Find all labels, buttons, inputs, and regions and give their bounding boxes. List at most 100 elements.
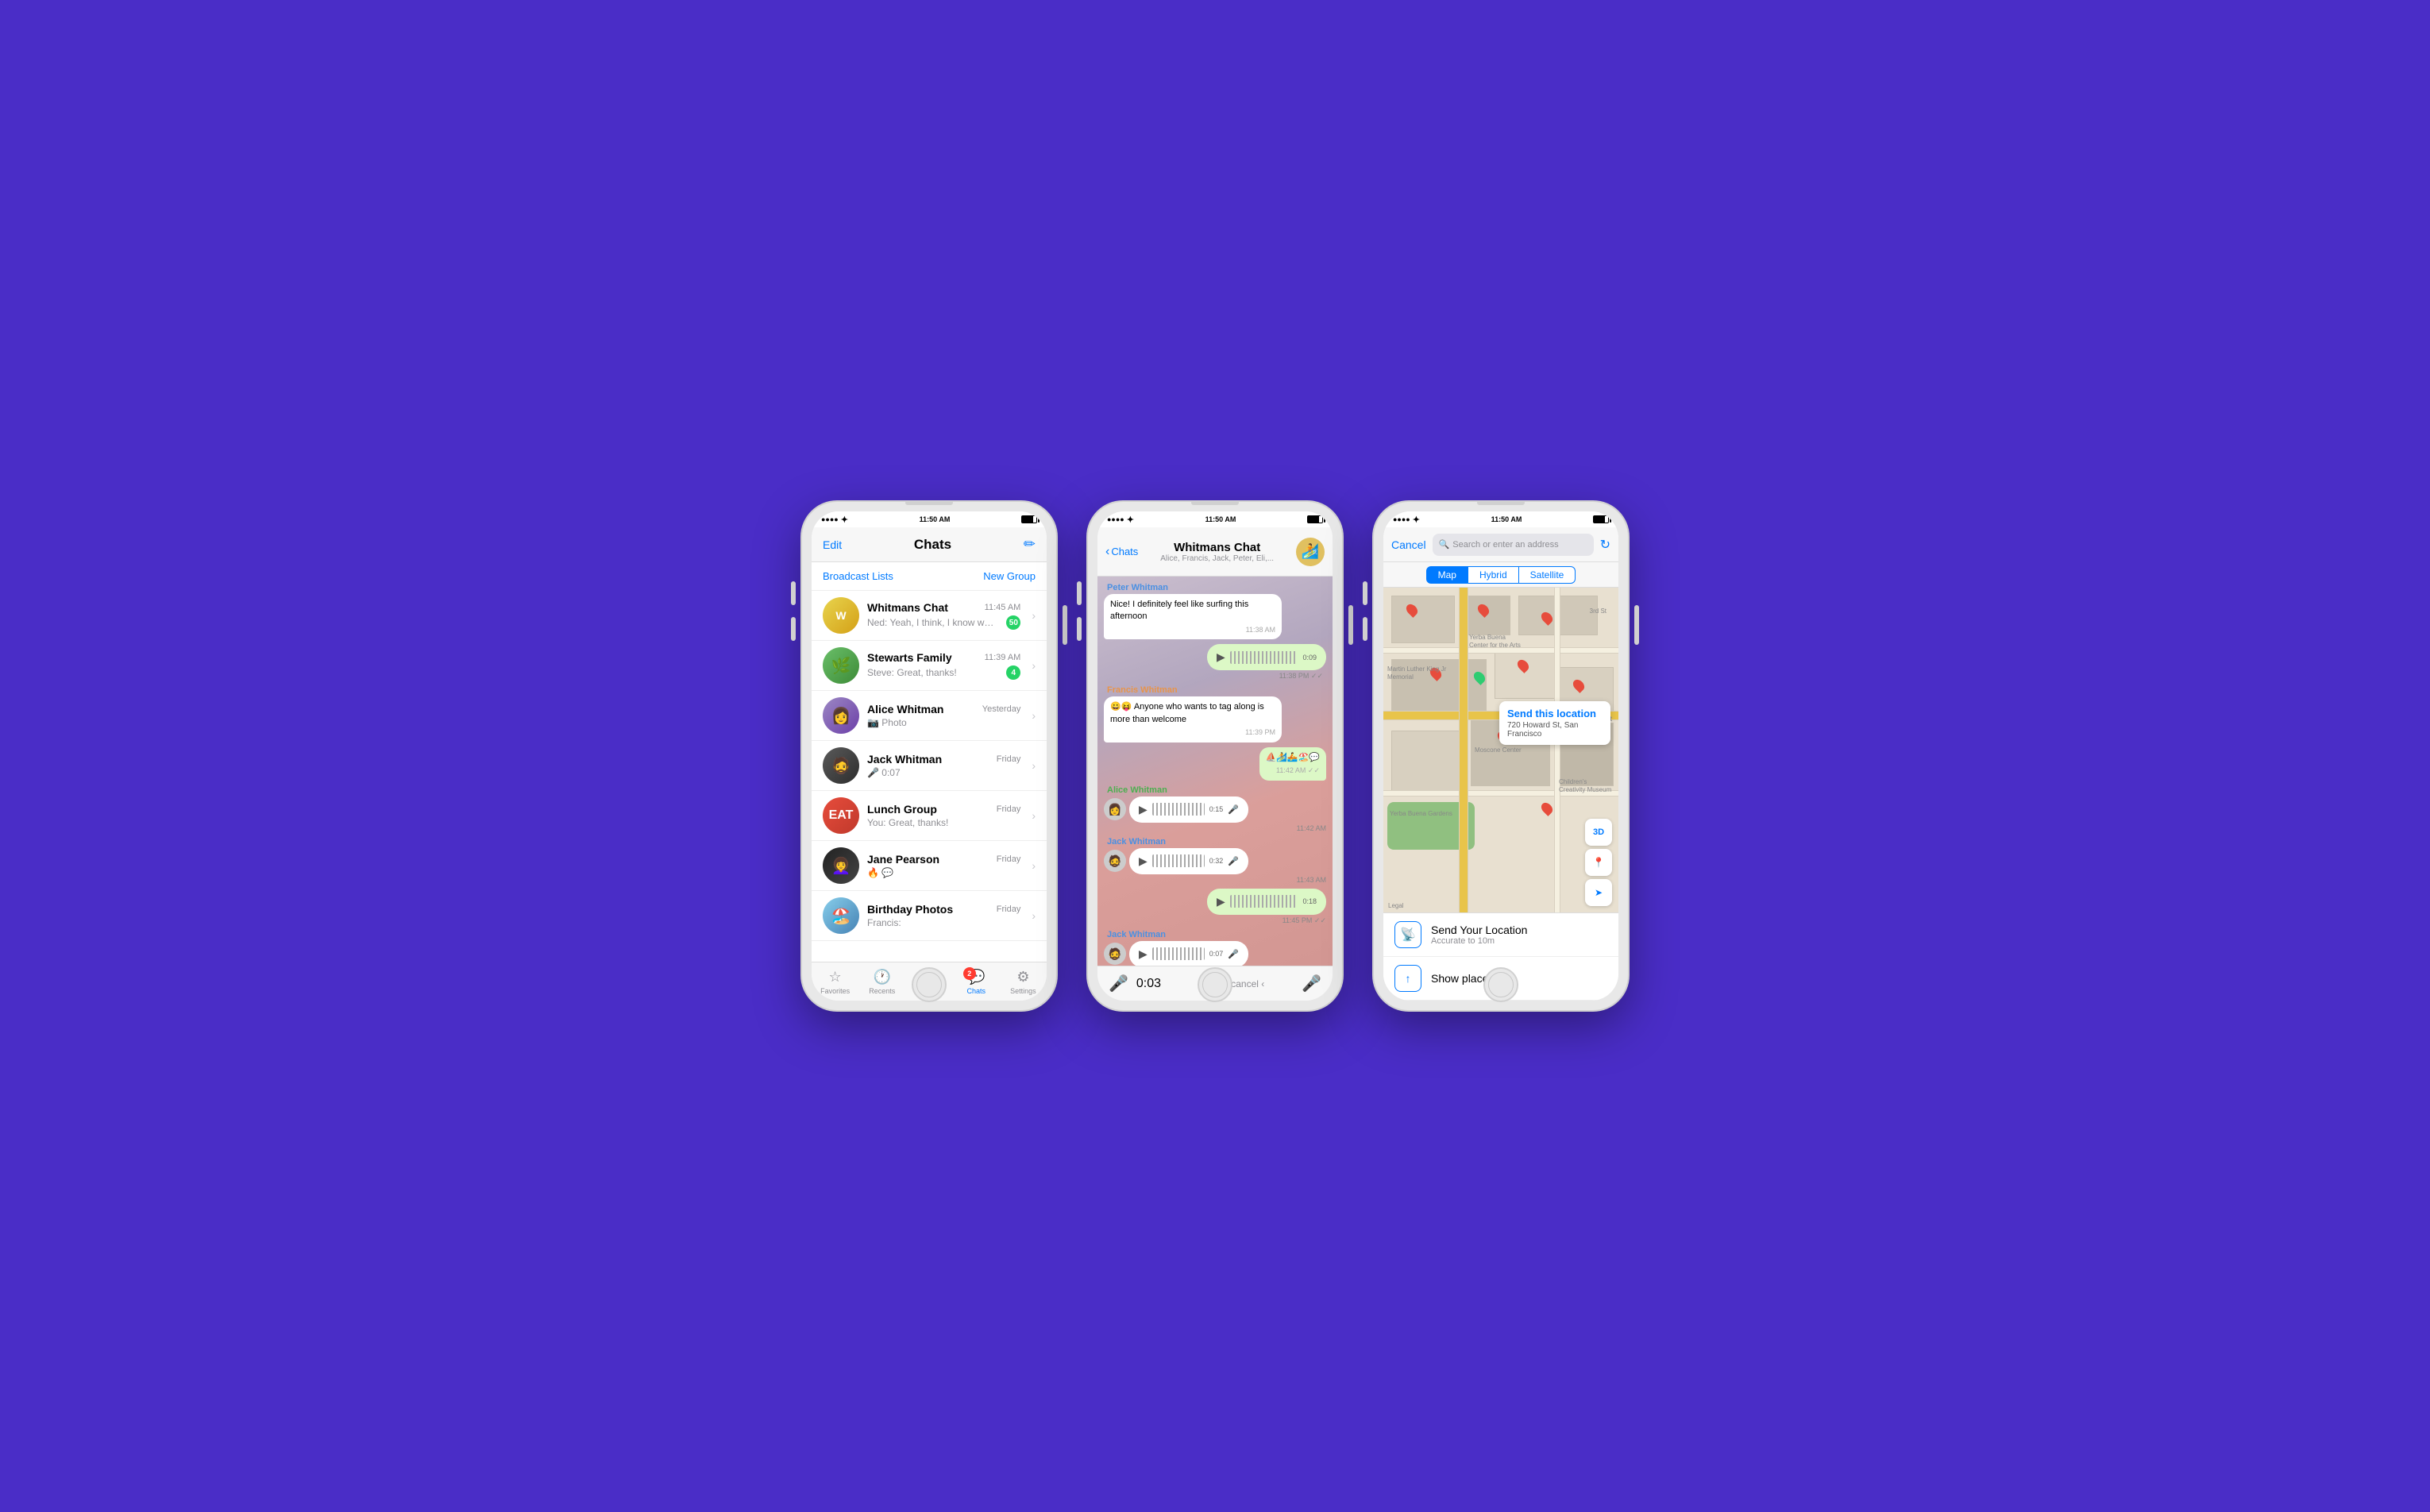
mic-right-icon[interactable]: 🎤 — [1302, 974, 1321, 993]
wifi-icon-2: ✦ — [1127, 515, 1134, 525]
phone-top-button-3 — [1477, 500, 1525, 505]
signal-icon-2: ●●●● — [1107, 515, 1124, 523]
msg-time-francis: 11:39 PM — [1110, 727, 1275, 738]
msg-time-emoji: 11:42 AM ✓✓ — [1266, 766, 1320, 776]
chat-item-jack[interactable]: 🧔 Jack Whitman Friday 🎤 0:07 › — [812, 741, 1047, 791]
chat-name: Lunch Group — [867, 803, 937, 816]
play-icon[interactable]: ▶ — [1217, 650, 1225, 664]
status-battery-3 — [1593, 515, 1609, 523]
status-battery-2 — [1307, 515, 1323, 523]
play-icon-alice[interactable]: ▶ — [1139, 803, 1148, 816]
back-button[interactable]: ‹ Chats — [1105, 545, 1138, 559]
show-places-icon: ↑ — [1394, 965, 1421, 992]
power-button[interactable] — [1063, 605, 1067, 645]
chat-preview: Ned: Yeah, I think, I know wh... — [867, 617, 994, 628]
map-type-hybrid[interactable]: Hybrid — [1468, 566, 1519, 584]
home-button-2[interactable] — [1198, 967, 1232, 1002]
chat-item-alice[interactable]: 👩 Alice Whitman Yesterday 📷 Photo › — [812, 691, 1047, 741]
msg-text-francis: 😀😝 Anyone who wants to tag along is more… — [1110, 702, 1264, 723]
map-label-mlk: Martin Luther King Jr Memorial — [1387, 665, 1451, 681]
chat-info-birthday: Birthday Photos Friday Francis: — [867, 903, 1020, 928]
home-button-3[interactable] — [1483, 967, 1518, 1002]
map-block-6 — [1391, 731, 1463, 794]
status-bar-2: ●●●● ✦ 11:50 AM — [1097, 511, 1333, 527]
map-label-creativity: Children's Creativity Museum — [1559, 778, 1614, 793]
chat-info-lunch: Lunch Group Friday You: Great, thanks! — [867, 803, 1020, 828]
3d-button[interactable]: 3D — [1585, 819, 1612, 846]
out-voice-2-time: 11:45 PM ✓✓ — [1282, 916, 1326, 925]
broadcast-lists-button[interactable]: Broadcast Lists — [823, 570, 893, 582]
phone-2-screen: ●●●● ✦ 11:50 AM ‹ Chats Whitmans Chat Al… — [1097, 511, 1333, 1001]
chat-preview: You: Great, thanks! — [867, 817, 948, 828]
signal-icon: ●●●● — [821, 515, 839, 523]
msg-time-peter: 11:38 AM — [1110, 625, 1275, 635]
msg-bubble-francis: 😀😝 Anyone who wants to tag along is more… — [1104, 696, 1282, 742]
send-location-action[interactable]: 📡 Send Your Location Accurate to 10m — [1383, 913, 1618, 957]
map-area[interactable]: Howard St 3rd St Yerba Buena Center for … — [1383, 588, 1618, 912]
msg-sender-peter: Peter Whitman — [1104, 583, 1326, 592]
location-arrow-button[interactable]: ➤ — [1585, 879, 1612, 906]
map-background: Howard St 3rd St Yerba Buena Center for … — [1383, 588, 1618, 912]
address-search-bar[interactable]: 🔍 Search or enter an address — [1433, 534, 1594, 556]
tab-favorites[interactable]: ☆ Favorites — [812, 969, 858, 995]
edit-button[interactable]: Edit — [823, 538, 842, 551]
message-francis: Francis Whitman 😀😝 Anyone who wants to t… — [1104, 685, 1326, 742]
new-group-button[interactable]: New Group — [983, 570, 1036, 582]
chevron-icon: › — [1032, 759, 1036, 772]
refresh-icon[interactable]: ↻ — [1600, 537, 1610, 553]
chat-name: Jack Whitman — [867, 753, 942, 766]
home-button-1[interactable] — [912, 967, 947, 1002]
chat-preview: Francis: — [867, 917, 901, 928]
tab-recents[interactable]: 🕐 Recents — [858, 969, 905, 995]
power-button-3[interactable] — [1634, 605, 1639, 645]
status-signal-2: ●●●● ✦ — [1107, 515, 1134, 525]
tab-label-favorites: Favorites — [820, 987, 850, 995]
map-pin-8 — [1539, 800, 1555, 816]
microphone-icon[interactable]: 🎤 — [1109, 974, 1128, 993]
compose-icon[interactable]: ✏ — [1024, 536, 1036, 553]
phone-1: ●●●● ✦ 11:50 AM Edit Chats ✏ Broadcast L… — [802, 502, 1056, 1010]
waveform-jack-2 — [1152, 947, 1205, 960]
clock-icon: 🕐 — [874, 969, 891, 986]
volume-down-button[interactable] — [791, 617, 796, 641]
chat-item-whitmans[interactable]: W Whitmans Chat 11:45 AM Ned: Yeah, I th… — [812, 591, 1047, 641]
power-button-2[interactable] — [1348, 605, 1353, 645]
tab-settings[interactable]: ⚙ Settings — [1000, 969, 1047, 995]
chat-info-stewarts: Stewarts Family 11:39 AM Steve: Great, t… — [867, 651, 1020, 680]
volume-up-button-2[interactable] — [1077, 581, 1082, 605]
map-controls: 3D 📍 ➤ — [1585, 819, 1612, 906]
msg-text-peter: Nice! I definitely feel like surfing thi… — [1110, 600, 1248, 621]
chat-info-whitmans: Whitmans Chat 11:45 AM Ned: Yeah, I thin… — [867, 601, 1020, 630]
chevron-icon: › — [1032, 709, 1036, 722]
chat-item-jane[interactable]: 👩‍🦱 Jane Pearson Friday 🔥 💬 › — [812, 841, 1047, 891]
map-type-map[interactable]: Map — [1426, 566, 1468, 584]
chat-name: Stewarts Family — [867, 651, 952, 664]
alice-voice-row: 👩 ▶ 0:15 🎤 — [1104, 796, 1326, 823]
conversation-subtitle: Alice, Francis, Jack, Peter, Eli,... — [1143, 554, 1291, 563]
chat-item-birthday[interactable]: 🏖️ Birthday Photos Friday Francis: › — [812, 891, 1047, 941]
chat-time: 11:45 AM — [985, 603, 1021, 612]
chat-item-lunch[interactable]: EAT Lunch Group Friday You: Great, thank… — [812, 791, 1047, 841]
volume-up-button-3[interactable] — [1363, 581, 1367, 605]
chats-badge: 2 — [963, 967, 976, 980]
tab-chats[interactable]: 💬 Chats 2 — [953, 969, 1000, 995]
location-popup-title[interactable]: Send this location — [1507, 708, 1603, 719]
broadcast-bar: Broadcast Lists New Group — [812, 562, 1047, 591]
map-type-satellite[interactable]: Satellite — [1519, 566, 1576, 584]
gear-icon: ⚙ — [1016, 969, 1029, 986]
volume-down-button-2[interactable] — [1077, 617, 1082, 641]
alice-voice-time: 11:42 AM — [1104, 824, 1326, 832]
avatar-whitmans: W — [823, 597, 859, 634]
play-icon-jack-2[interactable]: ▶ — [1139, 947, 1148, 961]
voice-time-out-1: 11:38 PM ✓✓ — [1279, 672, 1326, 681]
voice-duration-out-2: 0:18 — [1302, 897, 1317, 905]
cancel-button[interactable]: Cancel — [1391, 538, 1426, 551]
play-icon-jack[interactable]: ▶ — [1139, 854, 1148, 868]
volume-up-button[interactable] — [791, 581, 796, 605]
wifi-icon: ✦ — [841, 515, 848, 525]
chat-item-stewarts[interactable]: 🌿 Stewarts Family 11:39 AM Steve: Great,… — [812, 641, 1047, 691]
pin-button[interactable]: 📍 — [1585, 849, 1612, 876]
chat-name: Whitmans Chat — [867, 601, 948, 614]
play-icon-out-2[interactable]: ▶ — [1217, 895, 1225, 908]
volume-down-button-3[interactable] — [1363, 617, 1367, 641]
